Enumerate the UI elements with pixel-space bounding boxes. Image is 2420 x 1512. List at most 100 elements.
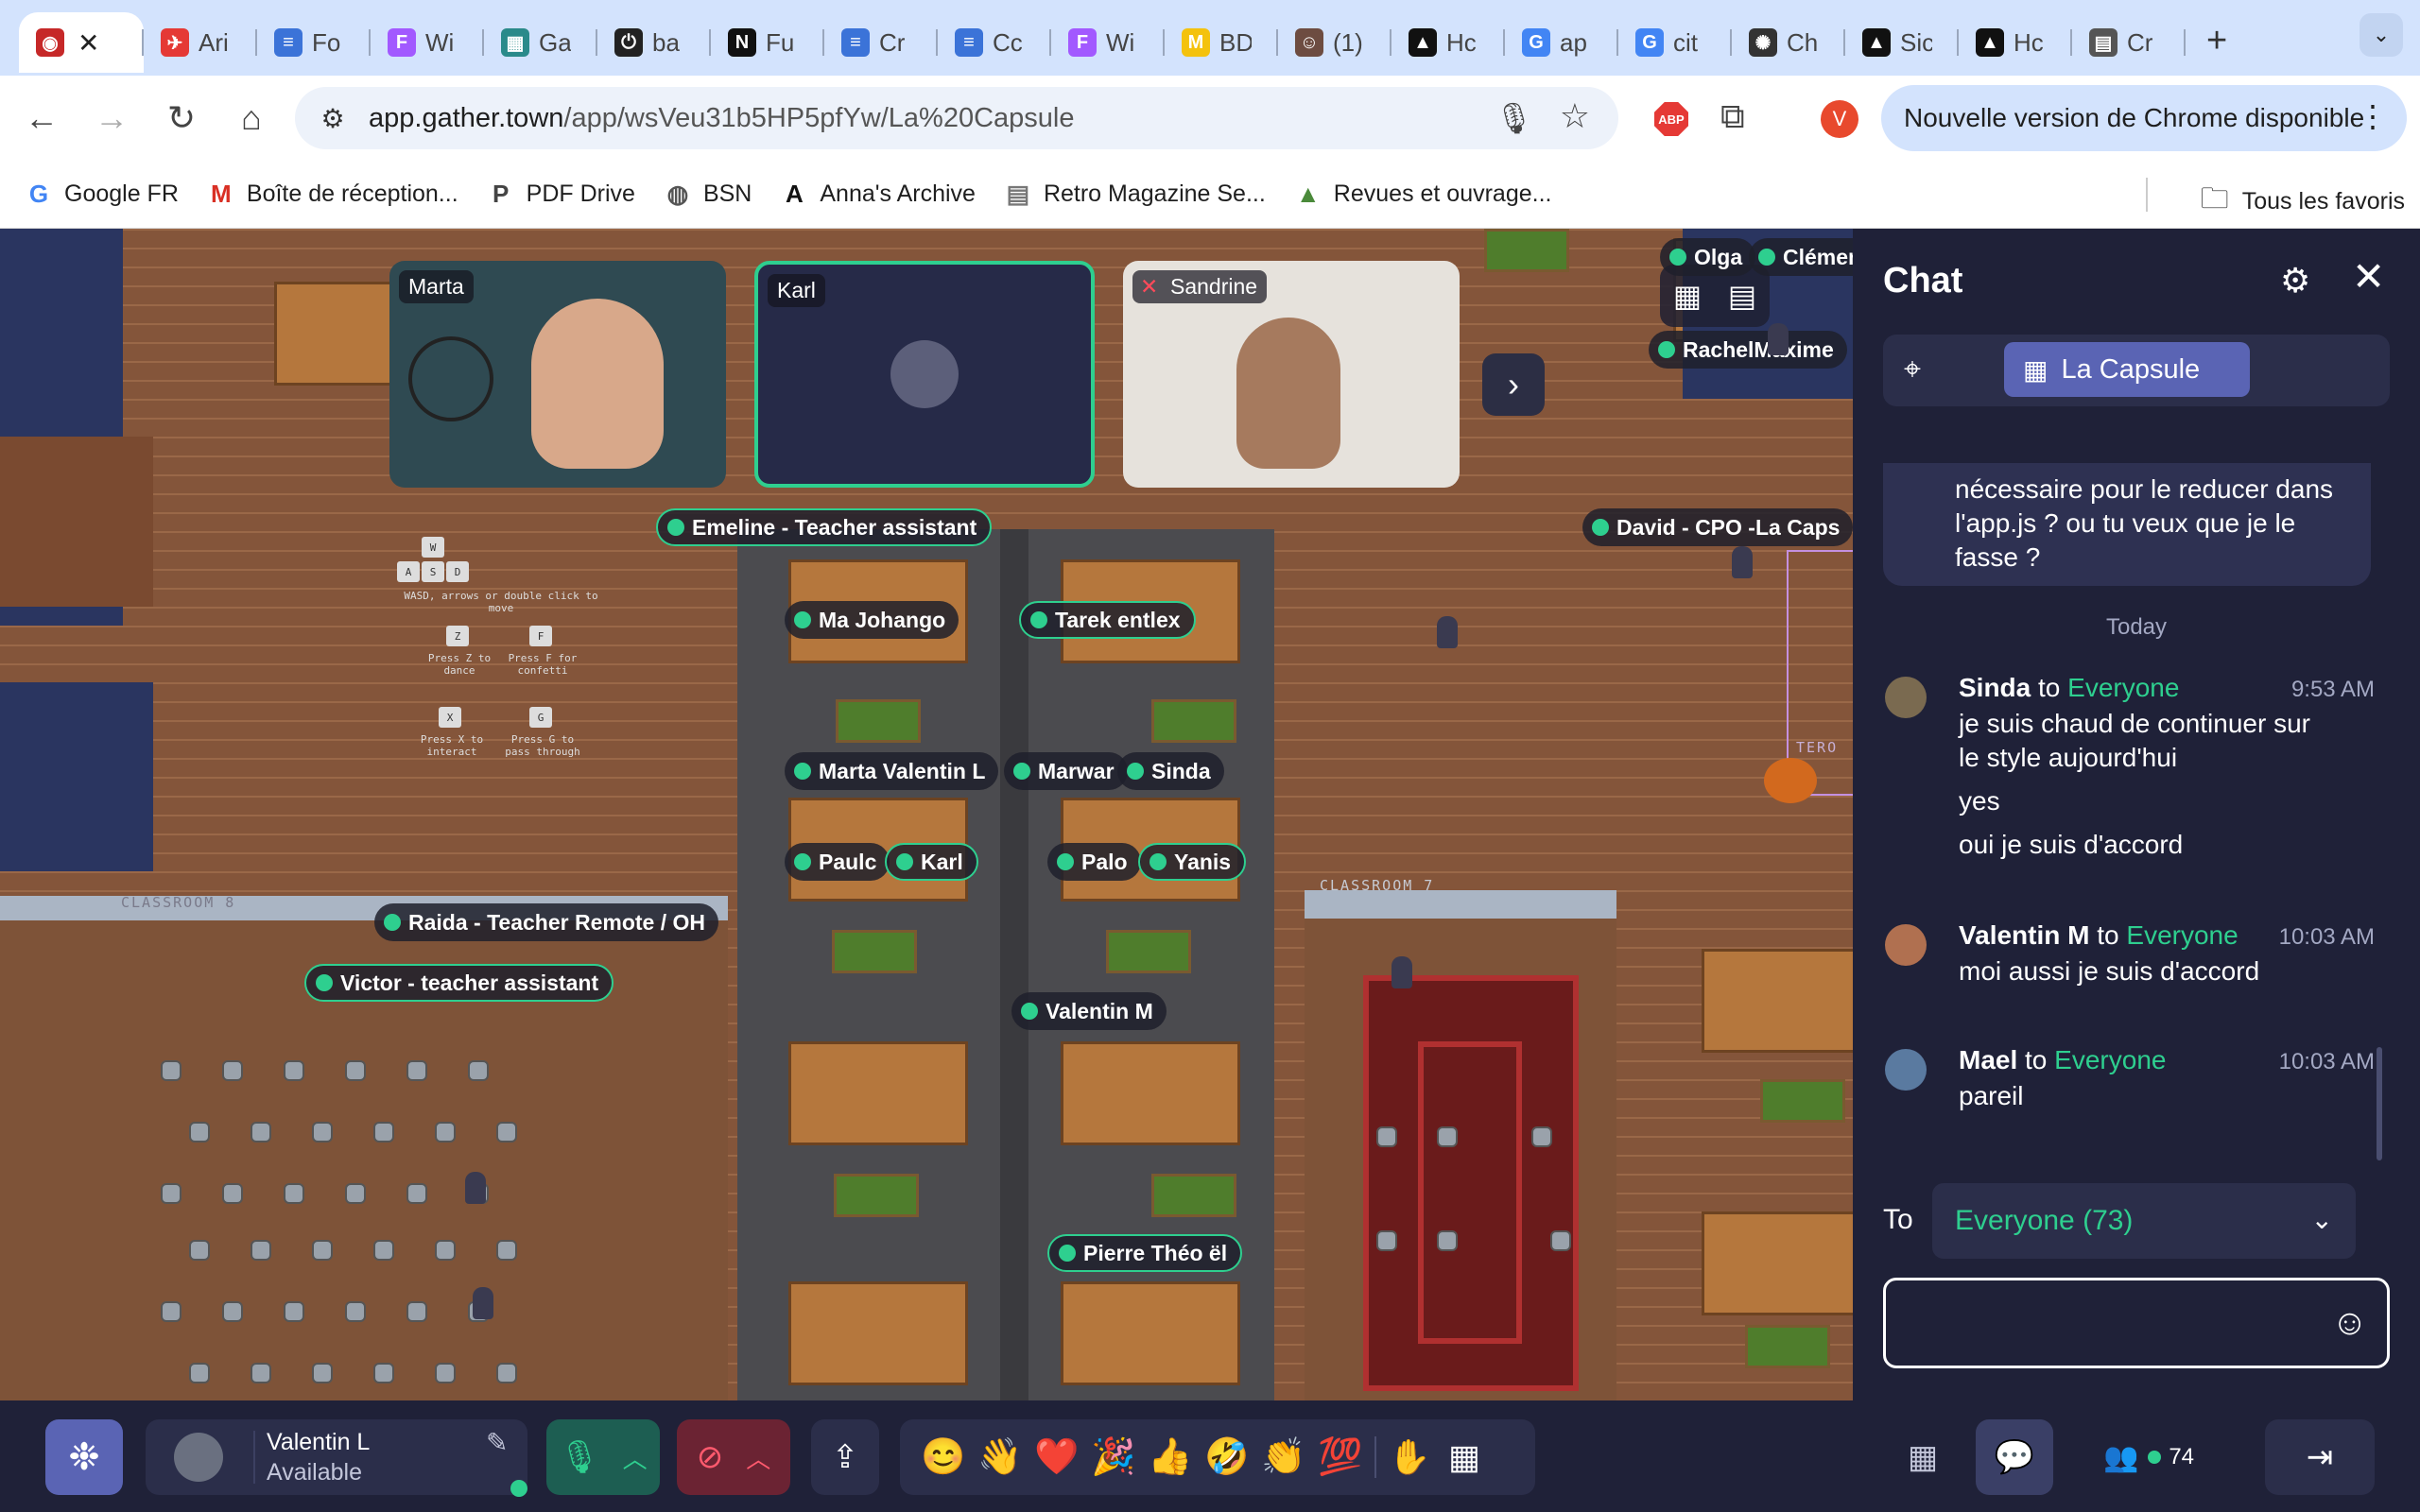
next-videos-button[interactable]: › (1482, 353, 1545, 416)
player-nameplate[interactable]: RachelMaxime (1649, 331, 1847, 369)
chat-scrollbar[interactable] (2377, 1047, 2382, 1160)
player-nameplate[interactable]: Clémen (1749, 238, 1853, 276)
grid-view-icon[interactable]: ▦ (1673, 278, 1702, 314)
chevron-up-icon[interactable]: ︿ (623, 1440, 648, 1475)
player-nameplate[interactable]: Emeline - Teacher assistant (656, 508, 993, 546)
edit-pencil-icon[interactable]: ✎ (486, 1427, 508, 1458)
screen-share-button[interactable]: ⇪ (811, 1419, 879, 1495)
bookmark-item[interactable]: A Anna's Archive (780, 180, 976, 209)
reaction-party-button[interactable]: 🎉 (1085, 1436, 1142, 1478)
player-avatar[interactable] (473, 1287, 493, 1319)
more-actions-icon[interactable]: ▦ (1437, 1437, 1492, 1477)
reaction-smile-button[interactable]: 😊 (915, 1436, 972, 1478)
reaction-clap-button[interactable]: 👏 (1255, 1436, 1312, 1478)
extensions-puzzle-icon[interactable]: ⧉ (1720, 96, 1745, 137)
leave-space-button[interactable]: ⇥ (2265, 1419, 2375, 1495)
browser-tab[interactable]: ≡ Cr (824, 12, 938, 73)
browser-tab[interactable]: ▦ Ga (484, 12, 597, 73)
home-button[interactable]: ⌂ (223, 90, 280, 146)
reaction-100-button[interactable]: 💯 (1312, 1436, 1369, 1478)
player-nameplate[interactable]: Palo (1047, 843, 1141, 881)
chrome-update-button[interactable]: Nouvelle version de Chrome disponible ⋮ (1881, 85, 2407, 151)
browser-tab[interactable]: ▲ Hc (1959, 12, 2072, 73)
browser-tab[interactable]: Gap (1505, 12, 1618, 73)
player-nameplate[interactable]: Olga (1660, 238, 1756, 276)
browser-tab[interactable]: Gcit (1618, 12, 1732, 73)
camera-toggle-button[interactable]: ⊘ ︿ (677, 1419, 790, 1495)
browser-tab[interactable]: ≡ Cc (938, 12, 1051, 73)
browser-tab[interactable]: N Fu (711, 12, 824, 73)
reaction-laugh-button[interactable]: 🤣 (1199, 1436, 1255, 1478)
player-nameplate[interactable]: Pierre Théo ël (1047, 1234, 1243, 1272)
player-avatar[interactable] (1437, 616, 1458, 648)
player-nameplate[interactable]: David - CPO -La Caps (1582, 508, 1853, 546)
player-nameplate[interactable]: Raida - Teacher Remote / OH (374, 903, 718, 941)
forward-button[interactable]: → (83, 90, 140, 146)
bookmark-item[interactable]: G Google FR (25, 180, 179, 209)
browser-tab[interactable]: ✈ Ari (144, 12, 257, 73)
player-avatar[interactable] (1732, 546, 1753, 578)
chat-message-input[interactable]: ☺ (1883, 1278, 2390, 1368)
recipient-select[interactable]: Everyone (73) ⌄ (1932, 1183, 2356, 1259)
tab-search-button[interactable]: ⌄ (2360, 13, 2403, 57)
chat-settings-icon[interactable]: ⚙ (2280, 261, 2310, 301)
player-nameplate[interactable]: Victor - teacher assistant (304, 964, 614, 1002)
player-nameplate[interactable]: Yanis (1138, 843, 1247, 881)
bookmark-item[interactable]: ▤ Retro Magazine Se... (1004, 180, 1266, 209)
player-nameplate[interactable]: Karl (885, 843, 978, 881)
player-nameplate[interactable]: Paulc (785, 843, 890, 881)
player-nameplate[interactable]: Marwar (1004, 752, 1128, 790)
player-nameplate[interactable]: Valentin M (1011, 992, 1167, 1030)
player-nameplate[interactable]: Sinda (1117, 752, 1224, 790)
raise-hand-icon[interactable]: ✋ (1382, 1437, 1437, 1477)
reaction-wave-button[interactable]: 👋 (972, 1436, 1028, 1478)
room-chat-chip[interactable]: ▦ La Capsule (2004, 342, 2250, 397)
video-tile-marta[interactable]: Marta (389, 261, 726, 488)
url-text[interactable]: app.gather.town/app/wsVeu31b5HP5pfYw/La%… (369, 103, 1075, 134)
chevron-up-icon[interactable]: ︿ (746, 1440, 770, 1475)
bookmark-item[interactable]: ◍ BSN (664, 180, 752, 209)
calendar-button[interactable]: ▦ (1889, 1419, 1957, 1495)
browser-tab[interactable]: M BD (1165, 12, 1278, 73)
reload-button[interactable]: ↻ (153, 90, 210, 146)
map-view-icon[interactable]: ▤ (1728, 278, 1756, 314)
site-settings-icon[interactable]: ⚙ (314, 99, 352, 137)
browser-tab[interactable]: ≡ Fo (257, 12, 371, 73)
player-avatar[interactable] (465, 1172, 486, 1204)
reaction-heart-button[interactable]: ❤️ (1028, 1436, 1085, 1478)
back-button[interactable]: ← (13, 90, 70, 146)
video-tile-sandrine[interactable]: ✕ Sandrine (1123, 261, 1460, 488)
browser-tab[interactable]: ◉ ✕ (19, 12, 144, 73)
player-avatar[interactable] (1768, 323, 1789, 355)
participants-button[interactable]: 👥 74 (2076, 1419, 2221, 1495)
reaction-thumbs-up-button[interactable]: 👍 (1142, 1436, 1199, 1478)
browser-tab[interactable]: ▤ Cr (2072, 12, 2186, 73)
gather-menu-icon[interactable]: ❉ (45, 1419, 123, 1495)
close-tab-icon[interactable]: ✕ (78, 27, 99, 59)
browser-tab[interactable]: ☺ (1) (1278, 12, 1392, 73)
browser-tab[interactable]: ▲ Sic (1845, 12, 1959, 73)
voice-search-icon[interactable]: 🎙 (1495, 100, 1533, 136)
microphone-toggle-button[interactable]: 🎙 ︿ (546, 1419, 660, 1495)
all-bookmarks-button[interactable]: 🗀 Tous les favoris (2201, 178, 2405, 226)
gather-map-canvas[interactable]: CLASSROOM 7 CLASSROOM 8 TERO W A S D WAS… (0, 229, 1853, 1400)
player-nameplate[interactable]: Tarek entlex (1019, 601, 1196, 639)
adblock-extension-icon[interactable]: ABP (1654, 102, 1688, 136)
chat-toggle-button[interactable]: 💬 (1976, 1419, 2053, 1495)
profile-avatar[interactable]: V (1821, 100, 1858, 138)
bookmark-item[interactable]: P PDF Drive (487, 180, 635, 209)
chat-message-list[interactable]: nécessaire pour le reducer dans l'app.js… (1853, 463, 2420, 1162)
new-tab-button[interactable]: + (2206, 21, 2227, 61)
browser-tab[interactable]: F Wi (371, 12, 484, 73)
nearby-location-icon[interactable]: ⌖ (1904, 352, 1921, 387)
bookmark-item[interactable]: ▲ Revues et ouvrage... (1294, 180, 1552, 209)
video-tile-karl[interactable]: Karl (754, 261, 1095, 488)
browser-tab[interactable]: F Wi (1051, 12, 1165, 73)
close-chat-icon[interactable]: ✕ (2352, 253, 2385, 300)
browser-tab[interactable]: ▲ Hc (1392, 12, 1505, 73)
browser-tab[interactable]: ⏻ ba (597, 12, 711, 73)
player-avatar[interactable] (1392, 956, 1412, 988)
user-status-card[interactable]: Valentin L Available ✎ (146, 1419, 527, 1497)
bookmark-star-icon[interactable]: ☆ (1560, 96, 1590, 136)
address-bar[interactable]: ⚙ app.gather.town/app/wsVeu31b5HP5pfYw/L… (295, 87, 1618, 149)
